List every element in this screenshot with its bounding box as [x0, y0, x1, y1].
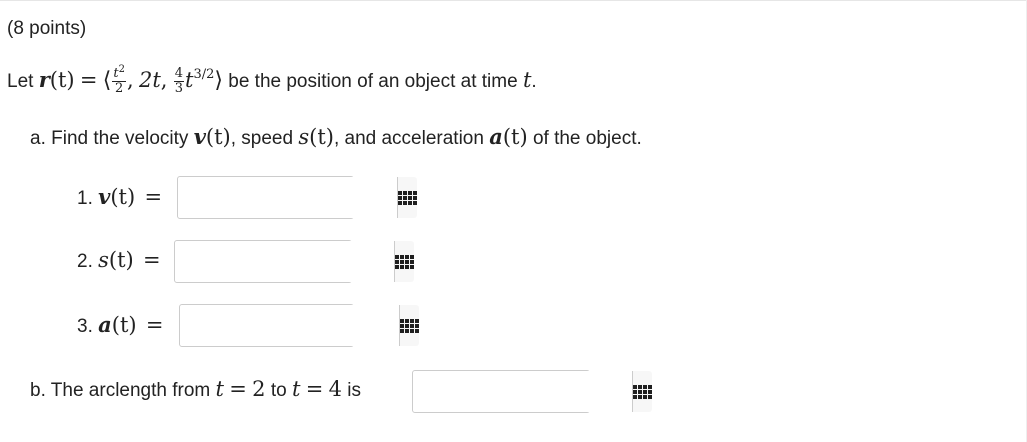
item-arg: (t) [111, 313, 137, 337]
item-var: a [98, 312, 112, 337]
s-arg: (t) [309, 125, 334, 149]
component-2t: 2t [138, 68, 161, 93]
to-value: 4 [328, 377, 342, 401]
is-text: is [347, 380, 361, 401]
part-a-suffix: of the object. [532, 128, 642, 149]
angle-close: ⟩ [214, 68, 223, 94]
arclength-answer-box [412, 370, 652, 413]
arclength-equation-editor-button[interactable] [633, 371, 652, 412]
part-b-question: b. The arclength from t = 2 to t = 4 is [30, 377, 361, 401]
item-number: 3. [77, 316, 93, 337]
frac-t: t [113, 66, 119, 81]
acceleration-input[interactable] [180, 305, 400, 346]
angle-open: ⟨ [102, 68, 112, 94]
fraction-t2-over-2: t2 2 [112, 64, 126, 96]
speed-answer-box [174, 240, 414, 283]
fraction-4-over-3: 43 [173, 66, 185, 96]
item-equals: = [143, 248, 161, 272]
to-t: t [291, 377, 301, 401]
item-var: v [98, 184, 111, 209]
item-equals: = [144, 185, 163, 209]
velocity-input[interactable] [178, 177, 398, 218]
velocity-answer-box [177, 176, 417, 219]
item-number: 1. [77, 188, 93, 209]
v-symbol: v [193, 124, 206, 149]
from-t: t [215, 377, 224, 401]
frac-num-4: 4 [173, 66, 185, 82]
from-equals: = [229, 377, 247, 401]
comma-2: , [160, 68, 168, 93]
part-b-prefix: b. The arclength from [30, 380, 211, 401]
equals-sign: = [79, 68, 98, 93]
from-value: 2 [252, 377, 266, 401]
matrix-grid-icon [398, 190, 417, 205]
matrix-grid-icon [400, 318, 419, 333]
let-text: Let [7, 71, 34, 93]
item-acceleration-label: 3. a(t) = [77, 314, 163, 336]
r-symbol: r [38, 67, 50, 93]
item-var: s [98, 248, 109, 272]
matrix-grid-icon [395, 254, 414, 269]
v-arg: (t) [205, 125, 231, 149]
item-arg: (t) [110, 185, 136, 209]
to-equals: = [305, 377, 324, 401]
acceleration-equation-editor-button[interactable] [400, 305, 419, 346]
acceleration-text: , and acceleration [333, 128, 484, 149]
r-arg: (t) [49, 68, 75, 93]
arclength-input[interactable] [413, 371, 633, 412]
to-text: to [270, 380, 287, 401]
velocity-equation-editor-button[interactable] [398, 177, 417, 218]
part-a-question: a. Find the velocity v(t), speed s(t), a… [30, 126, 642, 148]
part-a-prefix: a. Find the velocity [30, 128, 189, 149]
top-border [0, 0, 1027, 1]
item-number: 2. [77, 251, 93, 272]
matrix-grid-icon [633, 384, 652, 399]
frac-den-2: 2 [115, 80, 124, 96]
exponent-3-2: 3/2 [193, 67, 215, 83]
statement-text: be the position of an object at time [228, 71, 518, 93]
speed-input[interactable] [175, 241, 395, 282]
speed-equation-editor-button[interactable] [395, 241, 414, 282]
points-label: (8 points) [7, 18, 87, 39]
frac-den-3: 3 [174, 80, 184, 96]
item-speed-label: 2. s(t) = [77, 248, 161, 272]
item-velocity-label: 1. v(t) = [77, 186, 162, 208]
speed-text: , speed [230, 128, 294, 149]
acceleration-answer-box [179, 304, 419, 347]
a-symbol: a [489, 124, 503, 149]
item-arg: (t) [108, 248, 134, 272]
s-symbol: s [298, 125, 310, 149]
item-equals: = [145, 313, 164, 337]
frac-exp-2: 2 [118, 64, 125, 75]
comma-1: , [126, 68, 134, 93]
a-arg: (t) [502, 125, 528, 149]
problem-statement: Let r(t) = ⟨ t2 2, 2t, 4 3 t 3/2⟩ be the posi… [7, 64, 537, 96]
